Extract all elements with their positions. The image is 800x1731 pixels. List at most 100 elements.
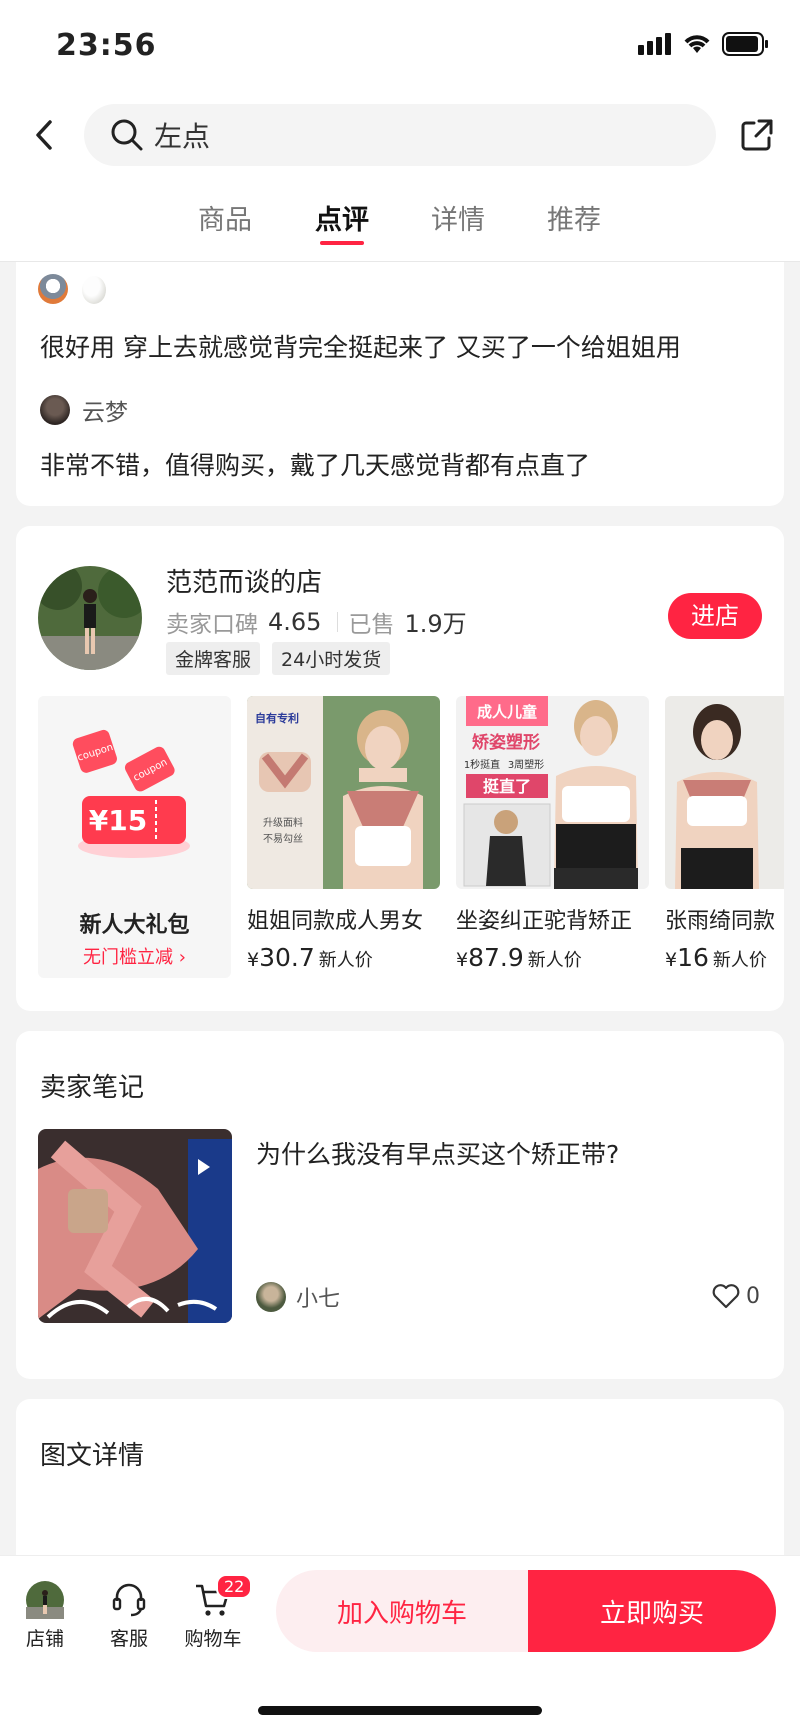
author-name: 小七 [296,1287,341,1312]
bottom-action-bar: 店铺 客服 22 购物车 加入购物车 立即购买 [0,1555,800,1731]
shop-tag: 金牌客服 [166,642,261,675]
product-card[interactable]: 自有专利 升级面料 不易勾丝 姐姐同款成人男女 ¥30.7 新人价 [247,696,440,972]
tab-reviews[interactable]: 点评 [302,198,382,237]
product-price: ¥16 新人价 [665,943,784,972]
cart-count-badge: 22 [216,1574,253,1599]
product-card[interactable]: 成人儿童 矫姿塑形 1秒挺直 3周塑形 挺直了 坐姿纠正驼背矫正 ¥87.9 新… [456,696,649,972]
divider [337,611,339,632]
status-icons [638,32,770,56]
coupon-amount: ¥15 [89,804,147,837]
shop-tags: 金牌客服 24小时发货 [166,642,391,675]
currency: ¥ [456,949,469,971]
price-note: 新人价 [527,950,582,971]
sold-label: 已售 [348,611,395,638]
price-value: 16 [677,943,709,972]
store-nav-button[interactable]: 店铺 [10,1580,80,1651]
search-row [0,104,800,166]
currency: ¥ [247,949,260,971]
avatar[interactable] [82,276,106,304]
product-name: 张雨绮同款 [665,909,776,934]
tab-products[interactable]: 商品 [185,198,265,237]
section-title: 卖家笔记 [40,1073,145,1103]
sold-count: 1.9万 [404,610,467,638]
product-image-text: 自有专利 [255,711,299,725]
service-label: 客服 [109,1628,148,1650]
chevron-right-icon: › [178,947,186,968]
product-name: 坐姿纠正驼背矫正 [456,909,633,934]
service-nav-button[interactable]: 客服 [94,1580,164,1651]
product-price: ¥87.9 新人价 [456,943,649,972]
note-author[interactable]: 小七 [256,1281,340,1313]
search-icon [111,119,143,151]
buy-now-button[interactable]: 立即购买 [528,1570,776,1652]
note-thumbnail[interactable] [38,1129,232,1323]
avatar [256,1282,286,1312]
shop-stats: 卖家口碑 4.65 已售 1.9万 [166,604,473,639]
shop-rating: 4.65 [268,607,322,636]
avatar [40,395,70,425]
store-label: 店铺 [25,1628,64,1650]
search-bar[interactable] [84,104,716,166]
note-likes[interactable]: 0 [712,1283,760,1309]
tab-recommend[interactable]: 推荐 [534,198,614,237]
product-image-text: 1秒挺直 [464,758,500,771]
currency: ¥ [665,949,678,971]
add-to-cart-button[interactable]: 加入购物车 [276,1570,528,1652]
review-avatars [38,274,106,304]
product-price: ¥30.7 新人价 [247,943,440,972]
active-tab-indicator [320,241,364,245]
cart-label: 购物车 [184,1628,242,1650]
tab-details[interactable]: 详情 [418,198,498,237]
product-image-text: 升级面料 [263,816,303,829]
price-note: 新人价 [318,950,373,971]
search-input[interactable] [154,114,654,156]
price-value: 87.9 [468,943,524,972]
gift-subtitle: 无门槛立减 › [38,943,231,969]
avatar[interactable] [38,274,68,304]
product-card[interactable]: 张雨绮同款 ¥16 新人价 [665,696,784,972]
new-user-gift[interactable]: coupon coupon ¥15 新人大礼包 无门槛立减 › [38,696,231,978]
product-image-text: 矫姿塑形 [472,732,540,753]
like-count: 0 [746,1283,760,1309]
product-image: 成人儿童 矫姿塑形 1秒挺直 3周塑形 挺直了 [456,696,649,889]
shop-card: 范范而谈的店 卖家口碑 4.65 已售 1.9万 金牌客服 24小时发货 进店 … [16,526,784,1011]
shop-name[interactable]: 范范而谈的店 [166,562,322,599]
section-title: 图文详情 [40,1441,145,1471]
enter-shop-button[interactable]: 进店 [668,593,762,639]
home-indicator [258,1706,542,1715]
share-icon[interactable] [740,118,774,152]
reviewer[interactable]: 云梦 [40,393,128,427]
back-arrow-icon[interactable] [30,116,60,154]
reviewer-name: 云梦 [82,400,128,426]
coupon-image: coupon coupon ¥15 [38,696,231,889]
product-image-text: 成人儿童 [477,703,537,721]
reviews-card: 很好用 穿上去就感觉背完全挺起来了 又买了一个给姐姐用 云梦 非常不错，值得购买… [16,262,784,506]
status-time: 23:56 [56,28,157,63]
gift-title: 新人大礼包 [79,913,190,938]
seller-notes-card: 卖家笔记 为什么我没有早点买这个矫正带? 小七 0 [16,1031,784,1379]
battery-icon [722,32,768,56]
review-text: 非常不错，值得购买，戴了几天感觉背都有点直了 [40,451,591,480]
product-image-text: 3周塑形 [508,759,544,771]
price-note: 新人价 [712,950,767,971]
product-image [665,696,784,889]
customer-service-icon [94,1580,164,1620]
shop-tag: 24小时发货 [272,642,391,675]
cellular-signal-icon [638,33,671,55]
cart-icon: 22 [178,1574,253,1620]
product-carousel: coupon coupon ¥15 新人大礼包 无门槛立减 › 自有专利 升级面… [38,696,784,986]
product-image: 自有专利 升级面料 不易勾丝 [247,696,440,889]
rating-label: 卖家口碑 [166,611,258,638]
shop-avatar[interactable] [38,566,142,670]
product-name: 姐姐同款成人男女 [247,909,424,934]
gift-subtitle-text: 无门槛立减 [83,947,174,968]
product-image-text: 不易勾丝 [263,832,303,845]
review-text: 很好用 穿上去就感觉背完全挺起来了 又买了一个给姐姐用 [40,333,681,362]
price-value: 30.7 [259,943,315,972]
tab-bar: 商品 点评 详情 推荐 [0,198,800,248]
note-title[interactable]: 为什么我没有早点买这个矫正带? [256,1135,619,1171]
store-avatar-icon [10,1580,80,1620]
top-header: 23:56 左点 商品 点评 详情 推荐 [0,0,800,262]
cart-nav-button[interactable]: 22 购物车 [178,1574,253,1651]
product-image-text: 挺直了 [483,777,531,796]
